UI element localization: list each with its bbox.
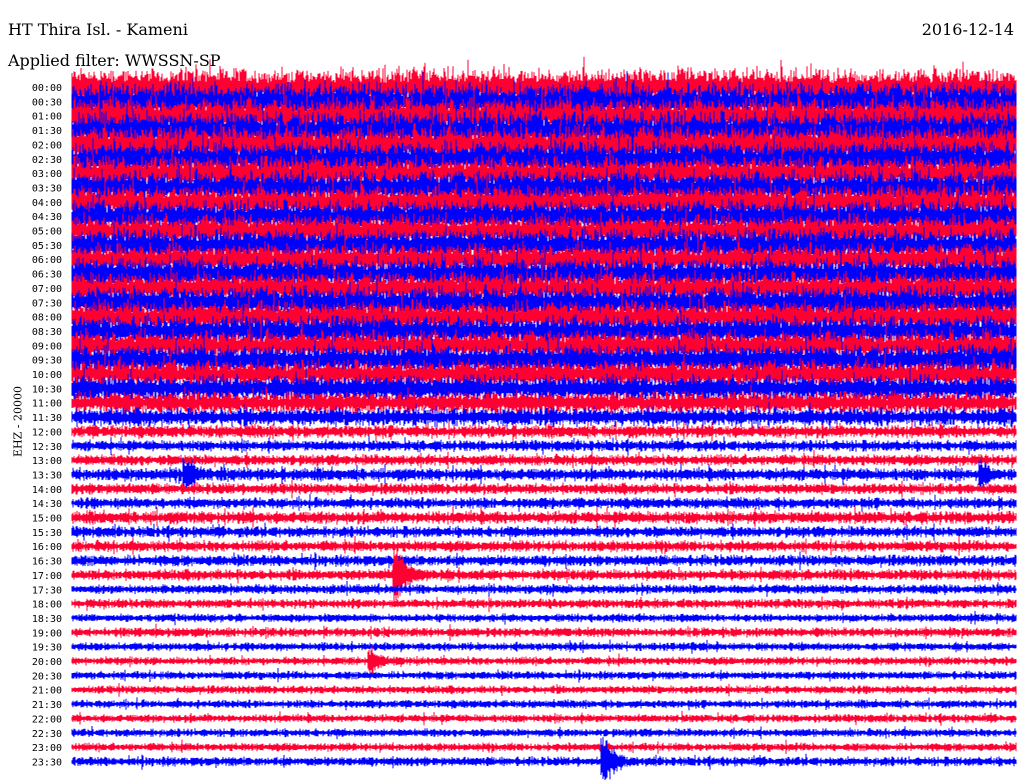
seismic-trace-1930 [71,639,1017,654]
time-tick-label: 01:00 [32,112,62,123]
time-tick-label: 09:30 [32,356,62,367]
seismic-trace-1800 [71,596,1017,613]
seismic-trace-2230 [71,726,1017,740]
filter-label: Applied filter: WWSSN-SP [8,51,221,70]
time-tick-label: 20:30 [32,671,62,682]
seismic-trace-2130 [71,697,1017,711]
seismic-trace-1500 [71,505,1017,529]
time-tick-label: 06:30 [32,270,62,281]
seismic-trace-1300 [71,449,1017,469]
seismic-trace-1700 [71,543,1017,603]
time-tick-label: 21:00 [32,686,62,697]
time-tick-label: 11:30 [32,413,62,424]
seismic-trace-2200 [71,710,1017,726]
time-tick-label: 15:00 [32,514,62,525]
time-tick-label: 08:00 [32,313,62,324]
seismic-trace-2300 [71,739,1017,754]
time-tick-label: 01:30 [32,126,62,137]
seismic-trace-1430 [71,494,1017,512]
time-tick-label: 06:00 [32,255,62,266]
time-tick-label: 05:00 [32,227,62,238]
time-tick-label: 00:30 [32,97,62,108]
time-tick-label: 07:30 [32,298,62,309]
seismic-trace-1630 [71,551,1017,571]
seismic-trace-2030 [71,668,1017,683]
time-tick-label: 14:00 [32,485,62,496]
seismic-trace-1230 [71,435,1017,456]
time-tick-label: 17:00 [32,571,62,582]
time-tick-label: 00:00 [32,83,62,94]
time-tick-label: 12:00 [32,427,62,438]
time-tick-label: 12:30 [32,442,62,453]
time-tick-label: 19:00 [32,628,62,639]
time-tick-label: 13:30 [32,470,62,481]
time-tick-label: 13:00 [32,456,62,467]
time-tick-label: 04:30 [32,212,62,223]
seismic-trace-2100 [71,683,1017,697]
time-tick-label: 21:30 [32,700,62,711]
time-tick-label: 04:00 [32,198,62,209]
time-tick-label: 18:00 [32,600,62,611]
time-tick-label: 02:00 [32,140,62,151]
seismic-trace-1200 [71,420,1017,442]
time-tick-label: 20:00 [32,657,62,668]
time-tick-label: 03:00 [32,169,62,180]
time-tick-label: 05:30 [32,241,62,252]
time-tick-label: 10:30 [32,384,62,395]
time-tick-label: 22:00 [32,714,62,725]
time-tick-label: 02:30 [32,155,62,166]
helicorder-plot: 00:00 00:30 01:00 01:30 02:00 02:30 03:00 03:30… [32,56,1017,780]
time-tick-label: 10:00 [32,370,62,381]
seismic-trace-1400 [71,479,1017,499]
time-tick-label: 23:30 [32,757,62,768]
seismic-trace-1530 [71,522,1017,542]
time-tick-label: 18:30 [32,614,62,625]
time-tick-label: 14:30 [32,499,62,510]
time-tick-label: 08:30 [32,327,62,338]
time-tick-label: 17:30 [32,585,62,596]
time-tick-label: 22:30 [32,729,62,740]
time-tick-label: 19:30 [32,643,62,654]
time-tick-label: 03:30 [32,183,62,194]
time-tick-label: 09:00 [32,341,62,352]
seismic-trace-2330 [71,737,1017,780]
time-tick-label: 16:30 [32,557,62,568]
seismic-trace-1730 [71,580,1017,597]
time-tick-label: 07:00 [32,284,62,295]
time-tick-label: 11:00 [32,399,62,410]
time-tick-label: 15:30 [32,528,62,539]
time-tick-label: 23:00 [32,743,62,754]
seismic-trace-1900 [71,623,1017,641]
time-tick-label: 16:00 [32,542,62,553]
seismic-trace-1600 [71,536,1017,556]
seismic-trace-1830 [71,610,1017,626]
